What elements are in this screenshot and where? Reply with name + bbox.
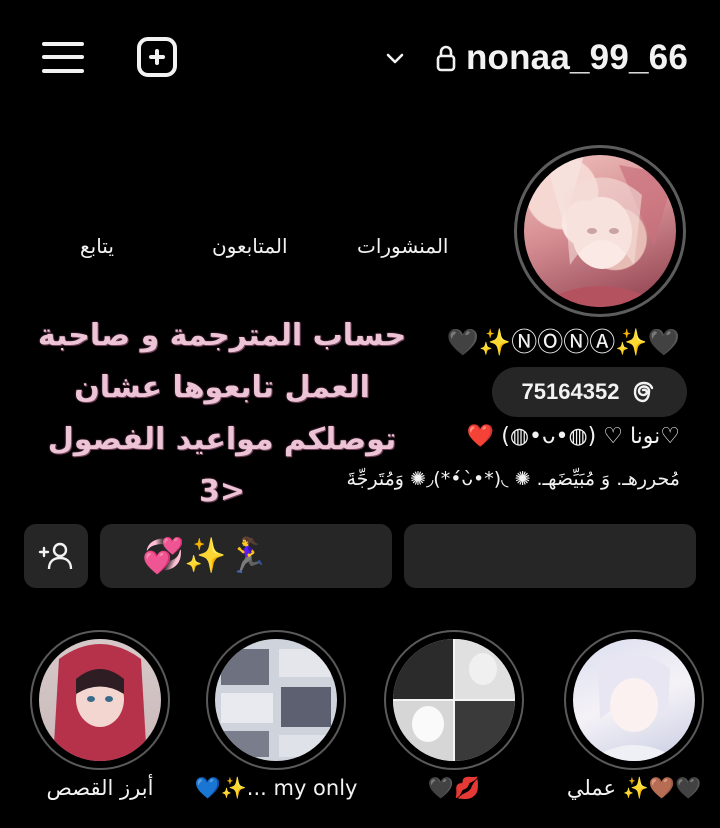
highlight-2-label: 🖤💋 <box>427 776 481 800</box>
followers-label[interactable]: المتابعون <box>212 234 288 258</box>
discover-people-button[interactable] <box>24 524 88 588</box>
posts-label[interactable]: المنشورات <box>357 234 448 258</box>
menu-icon[interactable] <box>42 38 86 78</box>
account-switcher[interactable]: nonaa_99_66 <box>382 34 688 82</box>
threads-count: 75164352 <box>521 379 620 404</box>
highlight-2[interactable] <box>384 630 524 770</box>
threads-badge[interactable]: 75164352 <box>492 367 687 417</box>
highlight-4-label: أبرز القصص <box>46 776 154 800</box>
highlight-1-label: عملي ✨🤎🖤 <box>566 776 702 800</box>
add-user-icon <box>38 542 73 570</box>
story-button-emoji: 💞✨🏃‍♀️ <box>142 536 270 576</box>
share-profile-button[interactable]: 💞✨🏃‍♀️ <box>100 524 392 588</box>
bio-line-2: ♡نونا ♡ (◍•ᴗ•◍) ❤️ <box>466 424 680 449</box>
profile-screen: nonaa_99_66 المنشورات المتابعون يتابع 🖤✨… <box>0 0 720 828</box>
highlight-2-cover <box>393 639 515 761</box>
avatar-image <box>524 155 676 307</box>
highlight-1-cover <box>573 639 695 761</box>
chevron-down-icon <box>386 53 404 64</box>
highlight-4[interactable] <box>30 630 170 770</box>
highlight-3[interactable] <box>206 630 346 770</box>
lock-icon <box>436 45 456 72</box>
username: nonaa_99_66 <box>465 38 688 77</box>
highlight-3-label: 💙✨... my only <box>194 776 358 800</box>
highlight-3-cover <box>215 639 337 761</box>
profile-avatar[interactable] <box>514 145 686 317</box>
highlight-1[interactable] <box>564 630 704 770</box>
bio-name: 🖤✨ⓃⓄⓃⒶ✨🖤 <box>446 328 680 358</box>
highlight-4-cover <box>39 639 161 761</box>
threads-icon <box>634 381 654 403</box>
following-label[interactable]: يتابع <box>80 234 114 258</box>
edit-profile-button[interactable] <box>404 524 696 588</box>
bio-line-3: مُحررهـ. وَ مُبَيِّضَهـ. ✺ ◟(*•̀ᴗ•́*)◞✺ … <box>346 468 680 490</box>
create-post-icon[interactable] <box>137 37 177 77</box>
